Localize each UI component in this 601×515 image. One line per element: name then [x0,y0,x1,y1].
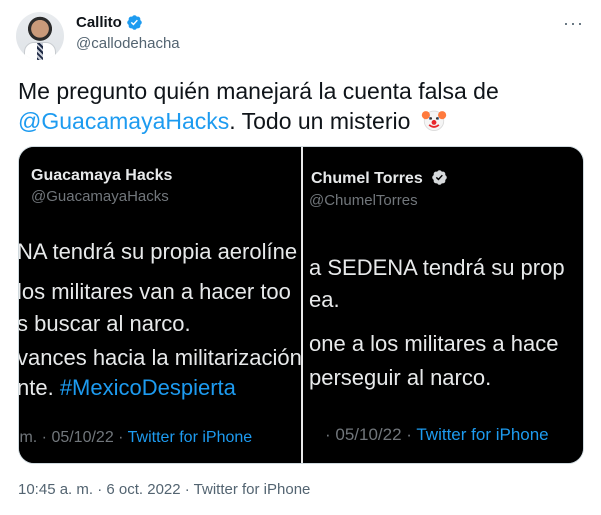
tweet-timestamp[interactable]: 10:45 a. m. · 6 oct. 2022 · Twitter for … [18,481,310,498]
author-handle[interactable]: @callodehacha [76,35,180,52]
embedded-meta: .m. · 05/10/22 · Twitter for iPhone [19,429,252,447]
clown-face-icon [421,110,446,131]
embedded-text-prefix: nte. [19,375,60,400]
embedded-meta-prefix: · 05/10/22 · [325,425,417,444]
hashtag-link: #MexicoDespierta [59,375,236,400]
embedded-meta-prefix: .m. · 05/10/22 · [19,429,128,446]
embedded-meta-app: Twitter for iPhone [416,425,549,444]
verified-badge-icon [127,15,142,30]
tweet-text: Me pregunto quién manejará la cuenta fal… [18,76,588,136]
embedded-meta: · 05/10/22 · Twitter for iPhone [325,425,549,445]
avatar[interactable] [16,12,64,60]
tweet-text-line2: . Todo un misterio [229,108,411,134]
embedded-text-line-hashtag: nte. #MexicoDespierta [19,375,236,401]
tweet-media[interactable]: Guacamaya Hacks @GuacamayaHacks NA tendr… [18,146,584,464]
embedded-author-name: Chumel Torres [311,170,423,187]
embedded-text-line: NA tendrá su propia aerolíne [19,239,298,264]
tweet-text-line1: Me pregunto quién manejará la cuenta fal… [18,78,499,104]
author-name[interactable]: Callito [76,14,122,31]
embedded-text-line: ea. [309,287,340,312]
media-image-left[interactable]: Guacamaya Hacks @GuacamayaHacks NA tendr… [19,147,301,463]
embedded-meta-app: Twitter for iPhone [127,429,253,446]
embedded-author-handle: @GuacamayaHacks [31,188,169,205]
embedded-author-name: Guacamaya Hacks [31,167,173,184]
embedded-author-name-row: Chumel Torres [311,169,448,188]
author-name-row[interactable]: Callito [76,14,143,31]
verified-badge-icon [432,170,447,185]
more-horizontal-icon[interactable]: ··· [563,14,583,36]
embedded-author-handle: @ChumelTorres [309,192,418,209]
embedded-text-line: vances hacia la militarización [19,345,301,370]
tweet-card: Callito @callodehacha ··· Me pregunto qu… [0,0,601,515]
embedded-text-line: los militares van a hacer too [19,279,291,304]
media-image-right[interactable]: Chumel Torres @ChumelTorres a SEDENA ten… [303,147,583,463]
embedded-text-line: a SEDENA tendrá su prop [309,255,565,280]
embedded-text-line: perseguir al narco. [309,365,492,390]
avatar-tie [37,43,43,60]
embedded-text-line: one a los militares a hace [309,331,559,356]
mention-link[interactable]: @GuacamayaHacks [18,108,229,134]
embedded-text-line: s buscar al narco. [19,311,191,336]
